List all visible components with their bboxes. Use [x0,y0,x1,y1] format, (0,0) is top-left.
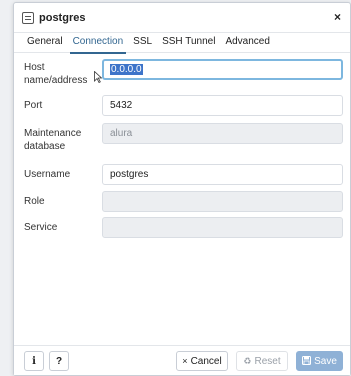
dialog-footer: i ? × Cancel ♻ Reset Save [14,345,350,375]
dialog-title: postgres [39,11,86,24]
info-button[interactable]: i [24,351,44,371]
server-list-icon [22,11,34,24]
service-label: Service [24,222,58,233]
tab-general[interactable]: General [22,33,68,53]
role-select[interactable] [102,191,343,212]
role-label: Role [24,196,45,207]
maintenance-db-label: Maintenance database [24,128,82,152]
username-input[interactable]: postgres [102,164,343,185]
save-button[interactable]: Save [296,351,343,371]
port-label: Port [24,100,43,111]
reset-label: Reset [254,355,281,367]
tab-ssh-tunnel[interactable]: SSH Tunnel [157,33,220,53]
reset-button[interactable]: ♻ Reset [236,351,288,371]
tab-connection[interactable]: Connection [68,33,129,54]
save-label: Save [314,355,337,367]
close-icon[interactable]: × [334,10,341,24]
service-input[interactable] [102,217,343,238]
server-dialog: postgres × General Connection SSL SSH Tu… [13,2,351,376]
port-input[interactable]: 5432 [102,95,343,116]
tab-advanced[interactable]: Advanced [220,33,274,53]
floppy-disk-icon [302,355,312,367]
tab-bar: General Connection SSL SSH Tunnel Advanc… [14,33,350,54]
host-input[interactable]: 0.0.0.0 [102,59,343,80]
dialog-titlebar: postgres × [14,3,350,33]
cancel-label: Cancel [190,355,222,367]
mouse-cursor-icon [94,71,102,83]
host-label: Host name/address [24,62,88,86]
maintenance-db-input[interactable]: alura [102,123,343,144]
host-value: 0.0.0.0 [110,64,143,75]
username-label: Username [24,169,71,180]
recycle-icon: ♻ [243,355,252,366]
close-icon: × [182,356,188,366]
help-button[interactable]: ? [49,351,69,371]
cancel-button[interactable]: × Cancel [176,351,228,371]
tab-ssl[interactable]: SSL [128,33,157,53]
